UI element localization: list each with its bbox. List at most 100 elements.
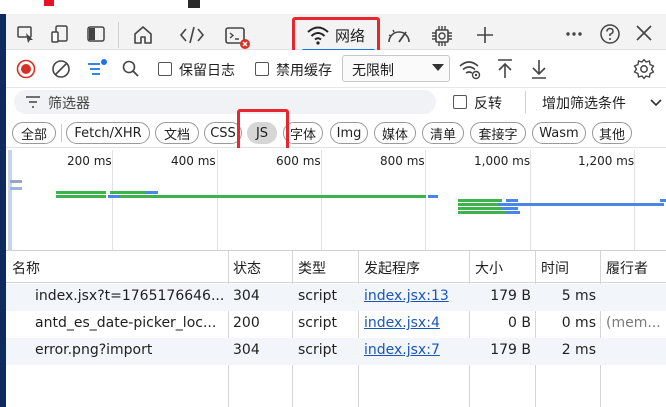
waterfall-bar — [458, 203, 498, 206]
filter-settings-icon[interactable] — [84, 56, 110, 82]
waterfall-bar — [10, 180, 22, 183]
memory-chip-icon[interactable] — [428, 22, 456, 50]
waterfall-bar — [146, 191, 158, 194]
preserve-log-label: 保留日志 — [179, 63, 235, 79]
waterfall-bar — [108, 195, 120, 198]
record-stop-icon[interactable] — [15, 58, 37, 80]
clear-icon[interactable] — [50, 58, 72, 80]
filter-funnel-icon — [24, 93, 42, 111]
request-size: 179 B — [490, 288, 531, 304]
waterfall-bar — [502, 207, 518, 210]
request-initiator-link[interactable]: index.jsx:13 — [364, 288, 449, 304]
type-filter-img[interactable]: Img — [330, 122, 368, 144]
column-header-size[interactable]: 大小 — [475, 258, 503, 278]
close-devtools-icon[interactable] — [632, 21, 656, 45]
timeline-tick-label: 600 ms — [276, 154, 321, 168]
request-initiator-link[interactable]: index.jsx:7 — [364, 342, 440, 358]
request-time: 0 ms — [561, 315, 596, 331]
type-filter-all[interactable]: 全部 — [12, 122, 56, 144]
waterfall-bar — [428, 195, 438, 198]
timeline-gridline — [217, 150, 218, 250]
request-status: 200 — [233, 315, 260, 331]
more-filters-chevron-icon — [650, 97, 662, 109]
export-har-icon[interactable] — [528, 56, 550, 82]
search-icon[interactable] — [120, 58, 142, 80]
more-options-icon[interactable] — [562, 22, 586, 46]
type-filter-media[interactable]: 媒体 — [374, 122, 416, 144]
column-header-initiator[interactable]: 发起程序 — [364, 258, 420, 278]
dock-side-icon[interactable] — [84, 22, 108, 46]
column-header-time[interactable]: 时间 — [541, 258, 569, 278]
request-name: antd_es_date-picker_loc... — [35, 315, 217, 331]
disable-cache-checkbox[interactable] — [255, 62, 269, 76]
timeline-left-handle[interactable] — [8, 150, 12, 250]
waterfall-bar — [120, 195, 426, 198]
app-mark — [44, 0, 54, 6]
request-initiator-link[interactable]: index.jsx:4 — [364, 315, 440, 331]
timeline-gridline — [425, 150, 426, 250]
disable-cache-label: 禁用缓存 — [276, 63, 332, 79]
import-har-icon[interactable] — [494, 56, 516, 82]
welcome-home-icon[interactable] — [130, 22, 156, 48]
waterfall-bar — [458, 211, 506, 214]
request-type: script — [298, 315, 338, 331]
invert-checkbox[interactable] — [453, 95, 467, 109]
type-filter-doc[interactable]: 文档 — [155, 122, 199, 144]
tab-network[interactable]: 网络 — [335, 25, 365, 46]
request-fulfilled-by: (mem... — [606, 315, 661, 331]
type-filter-manifest[interactable]: 清单 — [422, 122, 464, 144]
type-filter-other[interactable]: 其他 — [592, 122, 632, 144]
device-emulation-icon[interactable] — [48, 22, 72, 46]
request-status: 304 — [233, 342, 260, 358]
request-type: script — [298, 288, 338, 304]
column-header-status[interactable]: 状态 — [233, 258, 261, 278]
help-icon[interactable] — [597, 21, 623, 47]
type-filter-fetch-xhr[interactable]: Fetch/XHR — [66, 122, 150, 144]
timeline-tick-label: 1,000 ms — [474, 154, 531, 168]
timeline-tick-label: 200 ms — [67, 154, 112, 168]
column-header-name[interactable]: 名称 — [12, 258, 40, 278]
add-tab-icon[interactable] — [472, 22, 498, 48]
waterfall-bar — [110, 191, 146, 194]
network-conditions-icon[interactable] — [457, 56, 483, 82]
request-name: error.png?import — [35, 342, 153, 358]
request-status: 304 — [233, 288, 260, 304]
waterfall-bar — [56, 191, 106, 194]
network-settings-gear-icon[interactable] — [631, 56, 657, 82]
filter-divider — [525, 91, 526, 113]
more-filters-dropdown[interactable]: 增加筛选条件 — [542, 93, 626, 113]
timeline-gridline — [321, 150, 322, 250]
invert-label: 反转 — [474, 96, 502, 112]
preserve-log-checkbox[interactable] — [158, 62, 172, 76]
waterfall-bar — [10, 187, 22, 190]
throttling-value: 无限制 — [352, 63, 394, 79]
app-mark-dark — [188, 0, 200, 8]
inspect-element-icon[interactable] — [14, 22, 38, 46]
request-type: script — [298, 342, 338, 358]
window-top-strip — [0, 0, 666, 14]
timeline-tick-label: 400 ms — [171, 154, 216, 168]
console-icon[interactable] — [222, 22, 252, 52]
timeline-tick-label: 1,200 ms — [578, 154, 635, 168]
column-header-fulfilled-by[interactable]: 履行者 — [606, 258, 648, 278]
waterfall-bar — [458, 207, 502, 210]
column-header-type[interactable]: 类型 — [298, 258, 326, 278]
request-time: 5 ms — [561, 288, 596, 304]
request-size: 179 B — [490, 342, 531, 358]
elements-code-icon[interactable] — [178, 22, 206, 48]
request-time: 2 ms — [561, 342, 596, 358]
waterfall-bar — [458, 199, 502, 202]
type-filter-socket[interactable]: 套接字 — [470, 122, 526, 144]
type-filter-wasm[interactable]: Wasm — [532, 122, 586, 144]
performance-gauge-icon[interactable] — [384, 22, 414, 50]
filter-placeholder: 筛选器 — [48, 96, 90, 112]
request-name: index.jsx?t=1765176646... — [35, 288, 225, 304]
pill-divider — [61, 124, 62, 142]
type-filter-font[interactable]: 字体 — [283, 122, 323, 144]
timeline-gridline — [634, 150, 635, 250]
timeline-gridline — [530, 150, 531, 250]
timeline-tick-label: 800 ms — [380, 154, 425, 168]
waterfall-bar — [498, 203, 664, 206]
request-size: 0 B — [508, 315, 531, 331]
tab-divider — [118, 22, 119, 48]
